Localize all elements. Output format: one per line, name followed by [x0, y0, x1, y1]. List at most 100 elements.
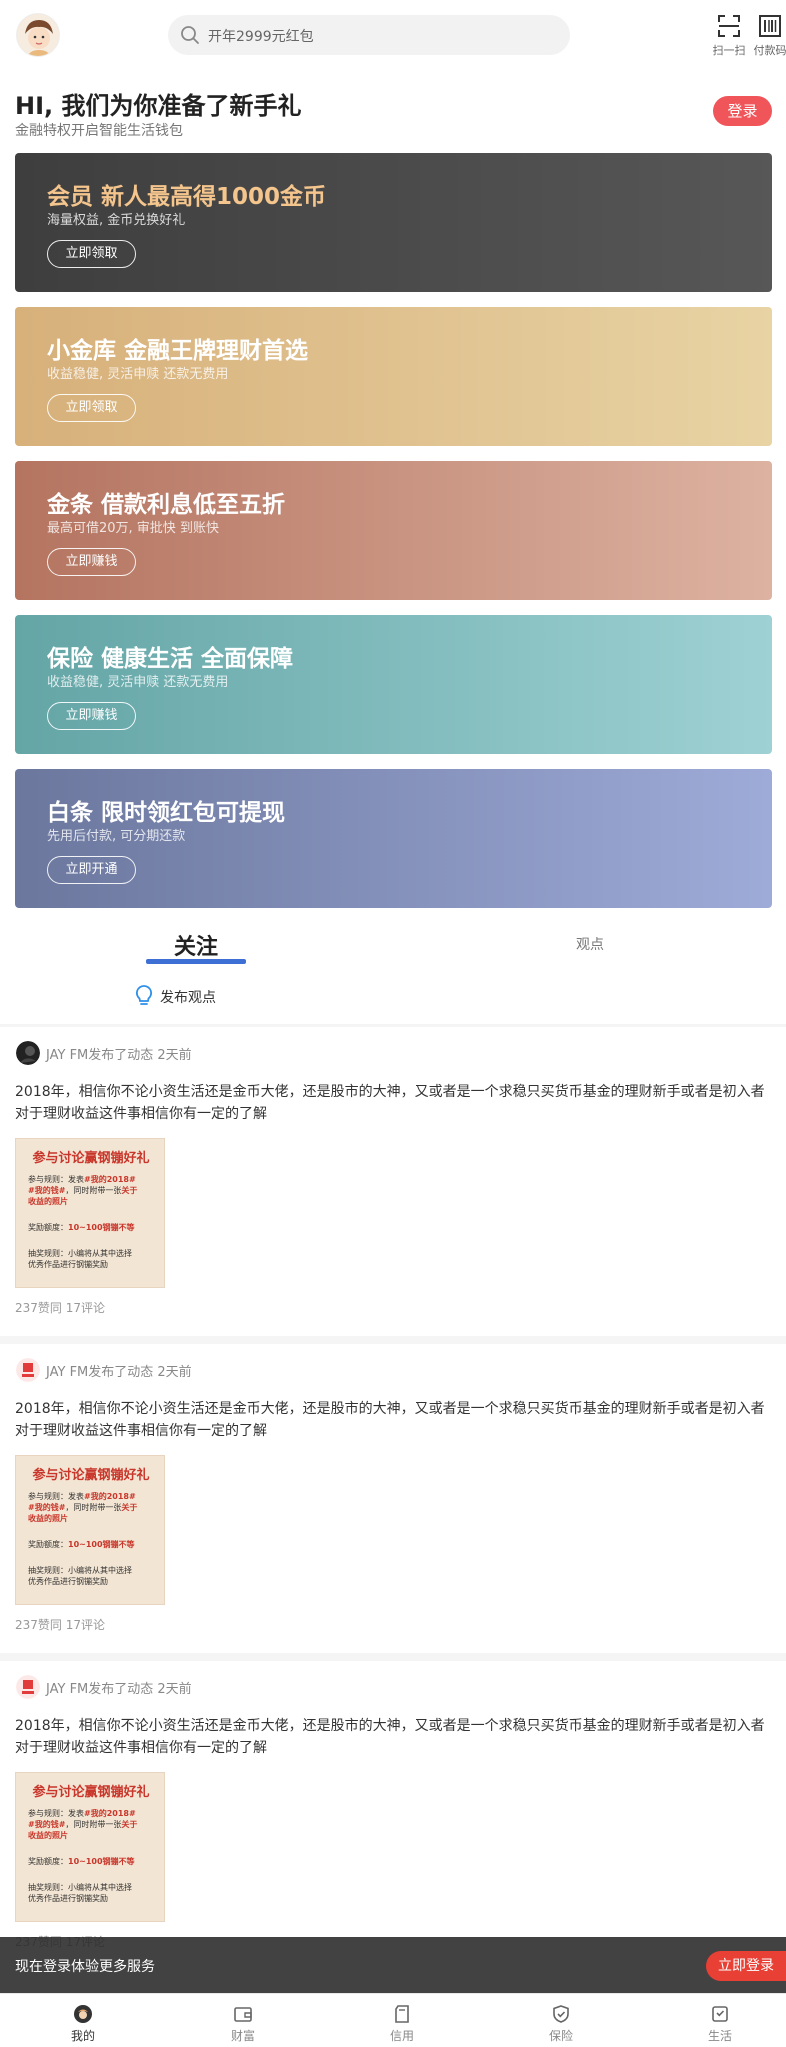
login-banner: 现在登录体验更多服务 立即登录 [0, 1937, 786, 1993]
post-stats[interactable]: 237赞同 17评论 [15, 1616, 105, 1633]
card-action-button[interactable]: 立即赚钱 [47, 702, 136, 730]
card-title: 金条 借款利息低至五折 [47, 492, 286, 518]
search-bar[interactable]: 开年2999元红包 [168, 15, 570, 55]
card-subtitle: 海量权益, 金币兑换好礼 [47, 213, 186, 228]
tab-viewpoint[interactable]: 观点 [560, 934, 620, 954]
life-icon [712, 2006, 728, 2022]
post-image[interactable]: 参与讨论赢钢镚好礼 参与规则：发表#我的2018# #我的钱#，同时附带一张关于… [15, 1455, 165, 1605]
author-avatar[interactable] [16, 1041, 40, 1065]
promo-image-lottery-1: 抽奖规则：小编将从其中选择 [28, 1566, 132, 1575]
nav-label: 保险 [548, 2029, 573, 2043]
nav-label: 信用 [389, 2029, 414, 2043]
post-meta: JAY FM发布了动态 2天前 [46, 1365, 192, 1380]
card-subtitle: 收益稳健, 灵活申赎 还款无费用 [47, 367, 229, 382]
promo-card-insurance[interactable]: 保险 健康生活 全面保障 收益稳健, 灵活申赎 还款无费用 立即赚钱 [15, 615, 772, 754]
nav-label: 我的 [70, 2029, 95, 2043]
nav-item-mine[interactable]: 我的 [43, 1998, 123, 2044]
post-separator [0, 1336, 786, 1344]
promo-image-title: 参与讨论赢钢镚好礼 [32, 1785, 150, 1800]
paycode-label: 付款码 [753, 44, 786, 57]
publish-viewpoint-button[interactable]: 发布观点 [134, 984, 216, 1008]
post-image[interactable]: 参与讨论赢钢镚好礼 参与规则：发表#我的2018# #我的钱#，同时附带一张关于… [15, 1138, 165, 1288]
promo-image-reward: 奖励额度：10~100钢镚不等 [28, 1540, 135, 1549]
promo-image-rule-3: 收益的照片 [28, 1514, 68, 1523]
post-meta: JAY FM发布了动态 2天前 [46, 1682, 192, 1697]
promo-image-title: 参与讨论赢钢镚好礼 [32, 1151, 150, 1166]
search-placeholder: 开年2999元红包 [208, 29, 314, 45]
post-stats[interactable]: 237赞同 17评论 [15, 1299, 105, 1316]
promo-card-baitiao[interactable]: 白条 限时领红包可提现 先用后付款, 可分期还款 立即开通 [15, 769, 772, 908]
login-now-button[interactable]: 立即登录 [706, 1951, 786, 1981]
greeting-title: HI, 我们为你准备了新手礼 [15, 92, 302, 120]
user-avatar[interactable] [16, 13, 60, 57]
promo-image-rule-3: 收益的照片 [28, 1831, 68, 1840]
promo-image-rule-2: #我的钱#，同时附带一张关于 [28, 1820, 138, 1829]
card-action-button[interactable]: 立即赚钱 [47, 548, 136, 576]
promo-image-rule-3: 收益的照片 [28, 1197, 68, 1206]
nav-item-credit[interactable]: 信用 [362, 1998, 442, 2044]
login-button[interactable]: 登录 [713, 96, 772, 126]
tab-follow[interactable]: 关注 [146, 929, 246, 961]
promo-image-title: 参与讨论赢钢镚好礼 [32, 1468, 150, 1483]
card-subtitle: 收益稳健, 灵活申赎 还款无费用 [47, 675, 229, 690]
paycode-button[interactable]: 付款码 [750, 14, 786, 58]
profile-icon [74, 2005, 92, 2023]
promo-image-reward: 奖励额度：10~100钢镚不等 [28, 1223, 135, 1232]
card-subtitle: 先用后付款, 可分期还款 [47, 829, 186, 844]
nav-item-wealth[interactable]: 财富 [203, 1998, 283, 2044]
promo-image-lottery-1: 抽奖规则：小编将从其中选择 [28, 1249, 132, 1258]
scan-button[interactable]: 扫一扫 [709, 14, 749, 58]
scan-icon [718, 15, 740, 37]
card-title: 保险 健康生活 全面保障 [47, 646, 294, 672]
promo-image-rule-1: 参与规则：发表#我的2018# [28, 1809, 136, 1818]
promo-image-rule-2: #我的钱#，同时附带一张关于 [28, 1503, 138, 1512]
post-image[interactable]: 参与讨论赢钢镚好礼 参与规则：发表#我的2018# #我的钱#，同时附带一张关于… [15, 1772, 165, 1922]
post-separator [0, 1653, 786, 1661]
login-banner-text: 现在登录体验更多服务 [15, 1959, 155, 1975]
publish-viewpoint-label: 发布观点 [160, 990, 216, 1006]
card-title: 小金库 金融王牌理财首选 [47, 338, 309, 364]
lightbulb-icon [135, 985, 153, 1005]
promo-image-rule-2: #我的钱#，同时附带一张关于 [28, 1186, 138, 1195]
card-icon [395, 2005, 409, 2023]
promo-image-lottery-2: 优秀作品进行钢镚奖励 [28, 1894, 108, 1903]
card-title: 白条 限时领红包可提现 [47, 800, 286, 826]
top-bar: 开年2999元红包 扫一扫 付款码 [0, 0, 786, 70]
wallet-icon [234, 2007, 252, 2022]
author-avatar[interactable] [16, 1358, 40, 1382]
post-meta: JAY FM发布了动态 2天前 [46, 1048, 192, 1063]
nav-item-life[interactable]: 生活 [680, 1998, 760, 2044]
scan-label: 扫一扫 [712, 44, 746, 57]
promo-card-jintiao[interactable]: 金条 借款利息低至五折 最高可借20万, 审批快 到账快 立即赚钱 [15, 461, 772, 600]
promo-image-lottery-1: 抽奖规则：小编将从其中选择 [28, 1883, 132, 1892]
nav-label: 生活 [707, 2029, 732, 2043]
nav-item-insurance[interactable]: 保险 [521, 1998, 601, 2044]
promo-image-lottery-2: 优秀作品进行钢镚奖励 [28, 1260, 108, 1269]
nav-label: 财富 [230, 2029, 255, 2043]
promo-card-xiaojinku[interactable]: 小金库 金融王牌理财首选 收益稳健, 灵活申赎 还款无费用 立即领取 [15, 307, 772, 446]
card-action-button[interactable]: 立即开通 [47, 856, 136, 884]
tab-active-indicator [146, 959, 246, 964]
post-text: 2018年，相信你不论小资生活还是金币大佬，还是股市的大神，又或者是一个求稳只买… [15, 1084, 765, 1122]
card-action-button[interactable]: 立即领取 [47, 240, 136, 268]
greeting-subtitle: 金融特权开启智能生活钱包 [15, 123, 183, 139]
promo-image-reward: 奖励额度：10~100钢镚不等 [28, 1857, 135, 1866]
feed-post[interactable]: JAY FM发布了动态 2天前 2018年，相信你不论小资生活还是金币大佬，还是… [0, 1027, 786, 1344]
card-action-button[interactable]: 立即领取 [47, 394, 136, 422]
card-title: 会员 新人最高得1000金币 [47, 184, 327, 210]
search-icon [181, 26, 199, 44]
barcode-icon [759, 15, 781, 37]
promo-image-rule-1: 参与规则：发表#我的2018# [28, 1492, 136, 1501]
promo-card-membership[interactable]: 会员 新人最高得1000金币 海量权益, 金币兑换好礼 立即领取 [15, 153, 772, 292]
feed-post[interactable]: JAY FM发布了动态 2天前 2018年，相信你不论小资生活还是金币大佬，还是… [0, 1344, 786, 1661]
card-subtitle: 最高可借20万, 审批快 到账快 [47, 521, 219, 536]
feed-post[interactable]: JAY FM发布了动态 2天前 2018年，相信你不论小资生活还是金币大佬，还是… [0, 1661, 786, 1978]
author-avatar[interactable] [16, 1675, 40, 1699]
shield-icon [553, 2005, 569, 2023]
promo-image-lottery-2: 优秀作品进行钢镚奖励 [28, 1577, 108, 1586]
bottom-nav: 我的 财富 信用 保险 生活 [0, 1993, 786, 2047]
avatar-face-icon [17, 14, 59, 56]
post-text: 2018年，相信你不论小资生活还是金币大佬，还是股市的大神，又或者是一个求稳只买… [15, 1718, 765, 1756]
promo-image-rule-1: 参与规则：发表#我的2018# [28, 1175, 136, 1184]
post-text: 2018年，相信你不论小资生活还是金币大佬，还是股市的大神，又或者是一个求稳只买… [15, 1401, 765, 1439]
